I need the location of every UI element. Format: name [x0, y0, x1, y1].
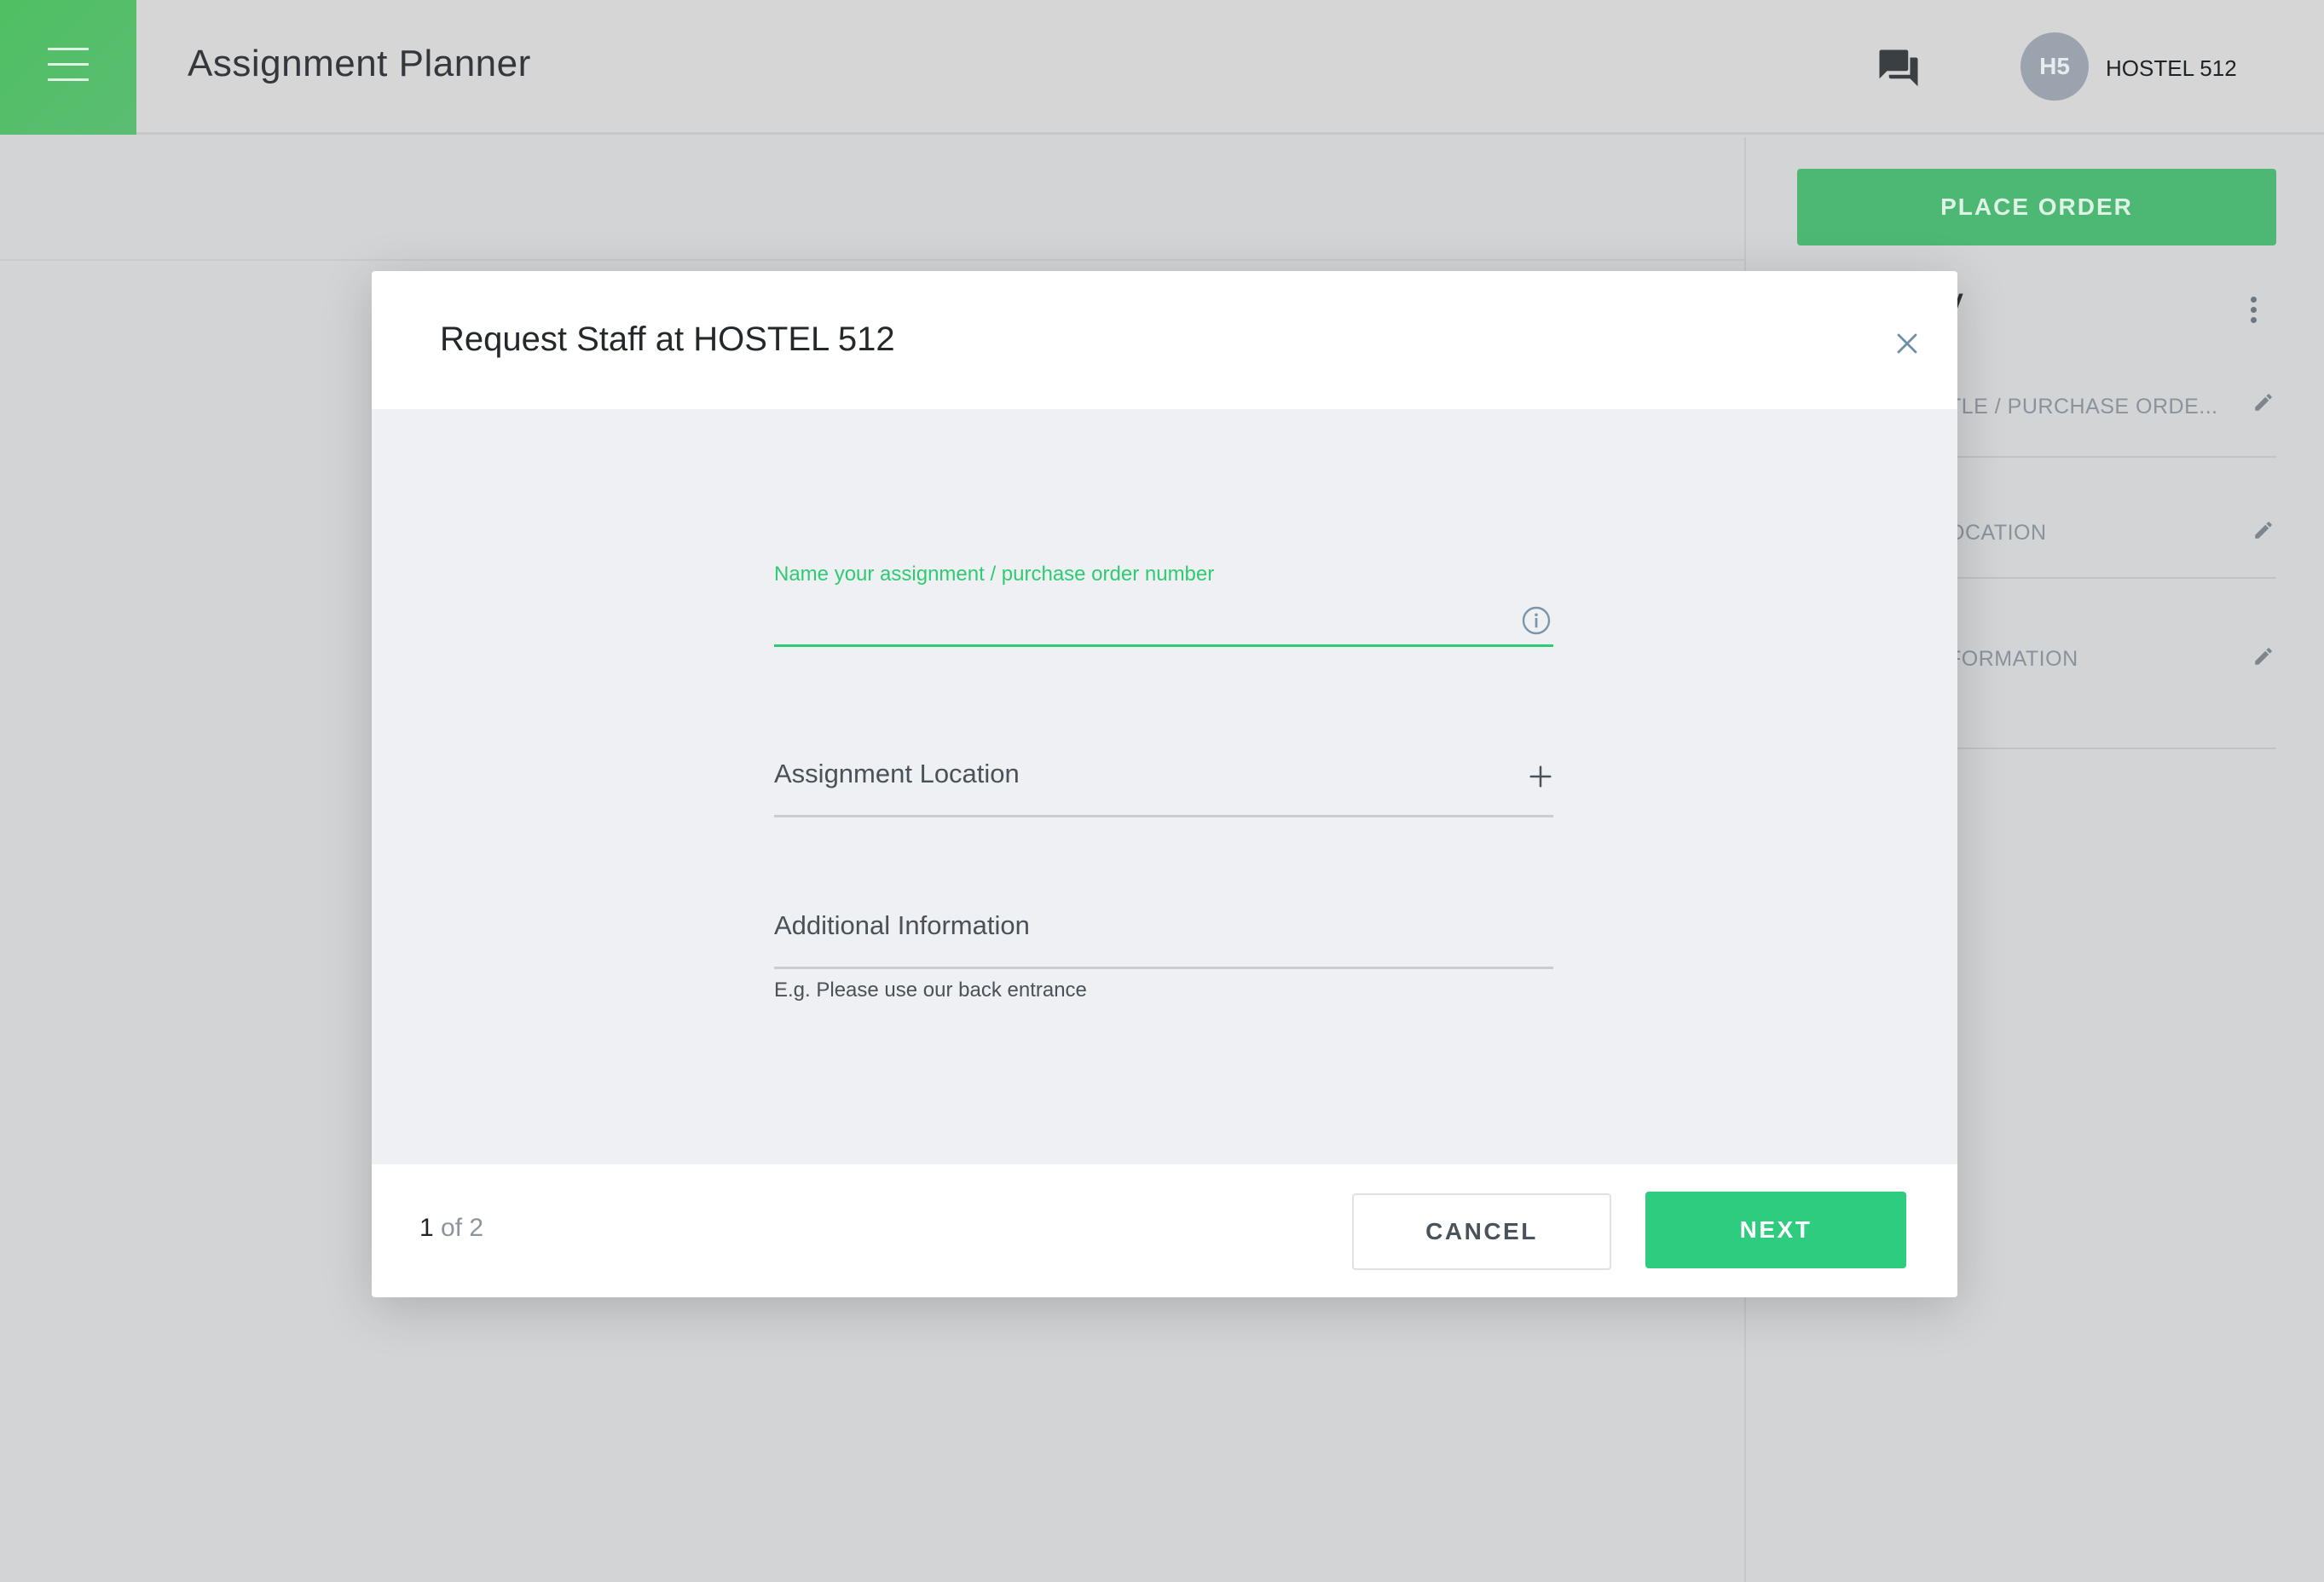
- summary-row-label: FORMATION: [1948, 647, 2078, 671]
- next-button[interactable]: NEXT: [1645, 1192, 1906, 1268]
- modal-body: Name your assignment / purchase order nu…: [372, 409, 1957, 1164]
- pencil-icon[interactable]: [2252, 519, 2275, 541]
- user-name[interactable]: HOSTEL 512: [2106, 55, 2237, 82]
- modal-title: Request Staff at HOSTEL 512: [440, 320, 895, 358]
- assignment-location-field[interactable]: Assignment Location: [774, 759, 1553, 827]
- assignment-location-label: Assignment Location: [774, 759, 1020, 788]
- info-icon[interactable]: [1521, 605, 1552, 636]
- assignment-name-label: Name your assignment / purchase order nu…: [774, 563, 1215, 586]
- pencil-icon[interactable]: [2252, 391, 2275, 413]
- chat-icon[interactable]: [1876, 48, 1922, 90]
- additional-info-underline: [774, 967, 1553, 969]
- cancel-button[interactable]: CANCEL: [1352, 1193, 1611, 1270]
- total-steps: of 2: [433, 1214, 484, 1242]
- avatar[interactable]: H5: [2020, 32, 2089, 101]
- assignment-name-field[interactable]: Name your assignment / purchase order nu…: [774, 563, 1553, 656]
- assignment-name-input[interactable]: [774, 597, 1507, 639]
- pencil-icon[interactable]: [2252, 645, 2275, 667]
- top-header: Assignment Planner H5 HOSTEL 512: [0, 0, 2324, 135]
- app-title: Assignment Planner: [188, 43, 531, 84]
- content-toolbar-area: [0, 137, 1744, 261]
- summary-row-label: TLE / PURCHASE ORDE...: [1948, 395, 2218, 419]
- current-step: 1: [419, 1214, 434, 1242]
- additional-info-label: Additional Information: [774, 910, 1030, 940]
- close-icon[interactable]: [1894, 331, 1920, 356]
- additional-info-helper: E.g. Please use our back entrance: [774, 979, 1087, 1002]
- menu-icon-line-1: [48, 48, 89, 50]
- modal-header: Request Staff at HOSTEL 512: [372, 271, 1957, 409]
- plus-icon[interactable]: [1528, 764, 1553, 789]
- menu-button[interactable]: [0, 0, 136, 135]
- kebab-icon[interactable]: [2251, 297, 2258, 326]
- step-indicator: 1 of 2: [419, 1214, 483, 1243]
- summary-row-label: OCATION: [1948, 521, 2047, 545]
- assignment-location-underline: [774, 815, 1553, 817]
- request-staff-modal: Request Staff at HOSTEL 512 Name your as…: [372, 271, 1957, 1297]
- avatar-initials: H5: [2039, 53, 2070, 79]
- modal-footer: 1 of 2 CANCEL NEXT: [372, 1164, 1957, 1297]
- assignment-name-underline: [774, 644, 1553, 647]
- place-order-button[interactable]: PLACE ORDER: [1797, 169, 2276, 245]
- additional-info-field[interactable]: Additional Information E.g. Please use o…: [774, 910, 1553, 1013]
- menu-icon-line-2: [48, 63, 89, 66]
- menu-icon-line-3: [48, 78, 89, 81]
